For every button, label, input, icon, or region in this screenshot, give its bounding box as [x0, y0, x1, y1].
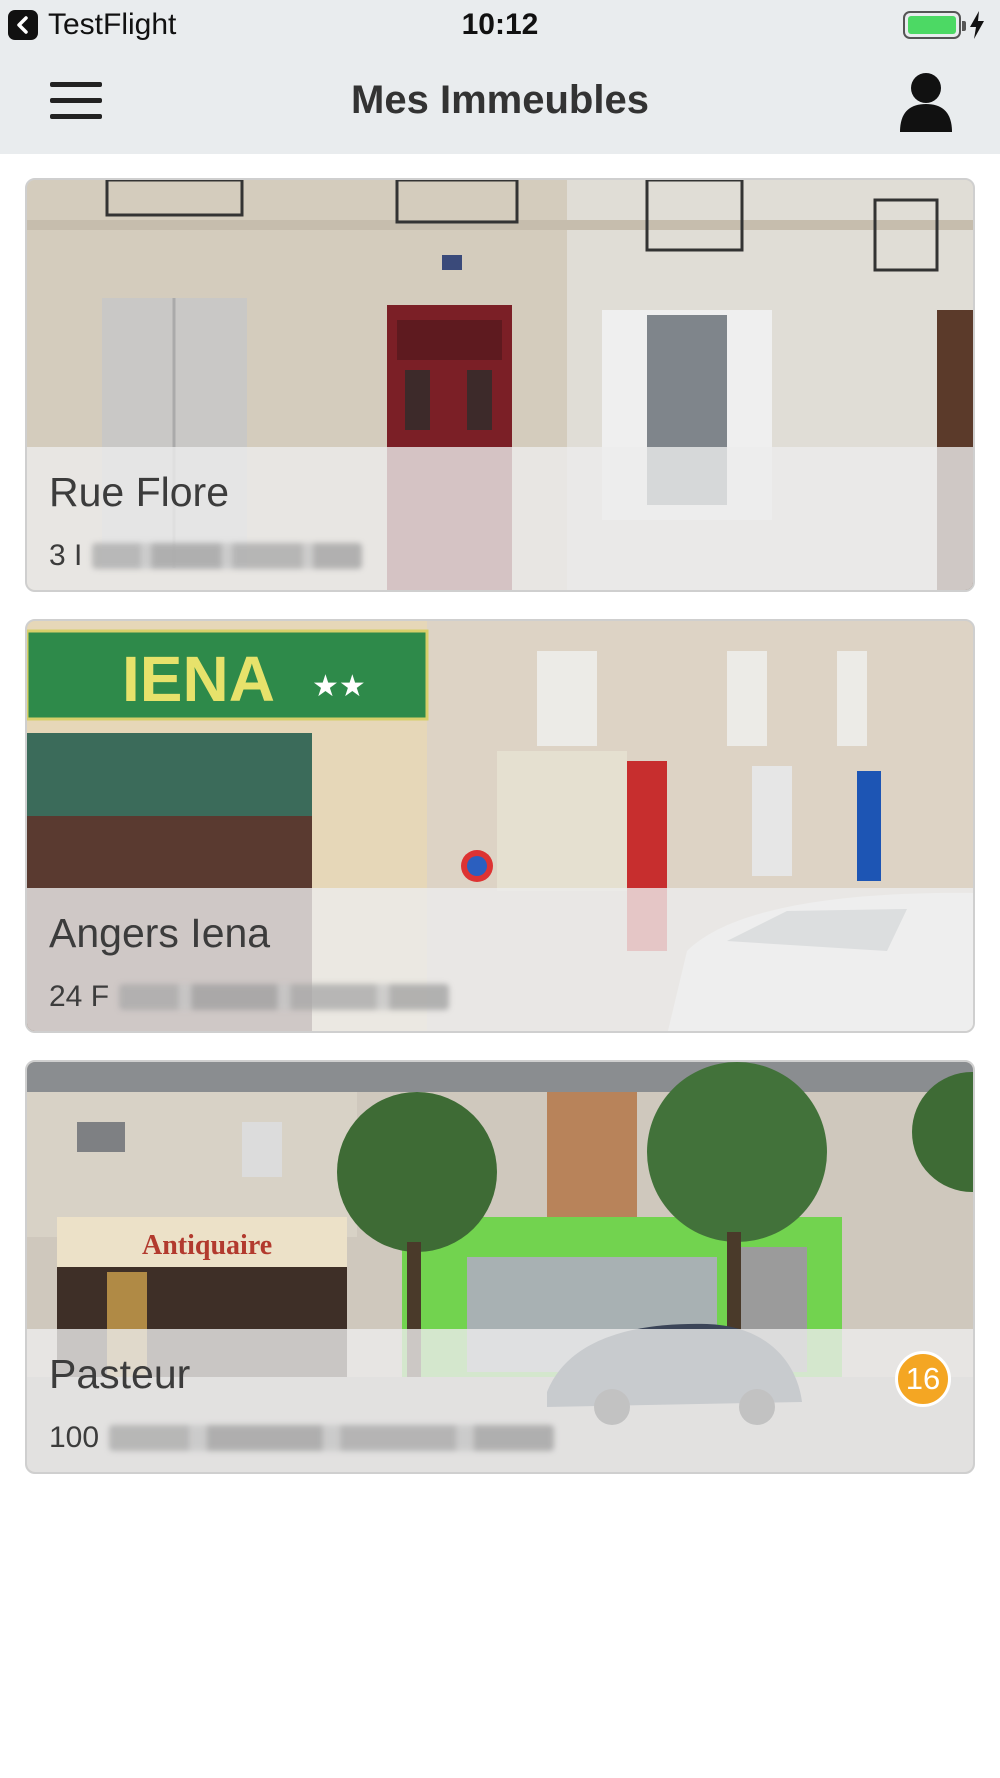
building-name: Rue Flore	[49, 469, 230, 515]
user-icon[interactable]	[898, 72, 954, 134]
building-card[interactable]: Rue Flore 3 I	[25, 178, 975, 592]
blurred-address	[119, 984, 450, 1010]
svg-text:★★: ★★	[312, 669, 366, 704]
building-card[interactable]: Antiquaire Pasteur 100 16	[25, 1060, 975, 1474]
building-card[interactable]: IENA ★★ Angers Iena 24 F	[25, 619, 975, 1033]
blurred-address	[92, 543, 363, 569]
building-address: 100	[49, 1421, 555, 1455]
card-info-overlay: Angers Iena 24 F	[27, 888, 973, 1031]
navigation-bar: Mes Immeubles	[0, 50, 1000, 154]
building-address: 24 F	[49, 980, 450, 1014]
charging-bolt-icon	[970, 11, 984, 39]
svg-text:Antiquaire: Antiquaire	[142, 1230, 272, 1261]
card-info-overlay: Rue Flore 3 I	[27, 447, 973, 590]
building-name: Angers Iena	[49, 910, 271, 956]
card-info-overlay: Pasteur 100 16	[27, 1329, 973, 1472]
blurred-address	[109, 1425, 555, 1451]
battery-icon	[903, 11, 966, 39]
status-time: 10:12	[461, 8, 539, 41]
building-name: Pasteur	[49, 1351, 191, 1397]
building-address: 3 I	[49, 539, 363, 573]
status-bar: TestFlight 10:12	[0, 0, 1000, 50]
page-title: Mes Immeubles	[351, 78, 649, 122]
notification-badge: 16	[895, 1351, 951, 1407]
svg-text:IENA: IENA	[122, 643, 275, 715]
